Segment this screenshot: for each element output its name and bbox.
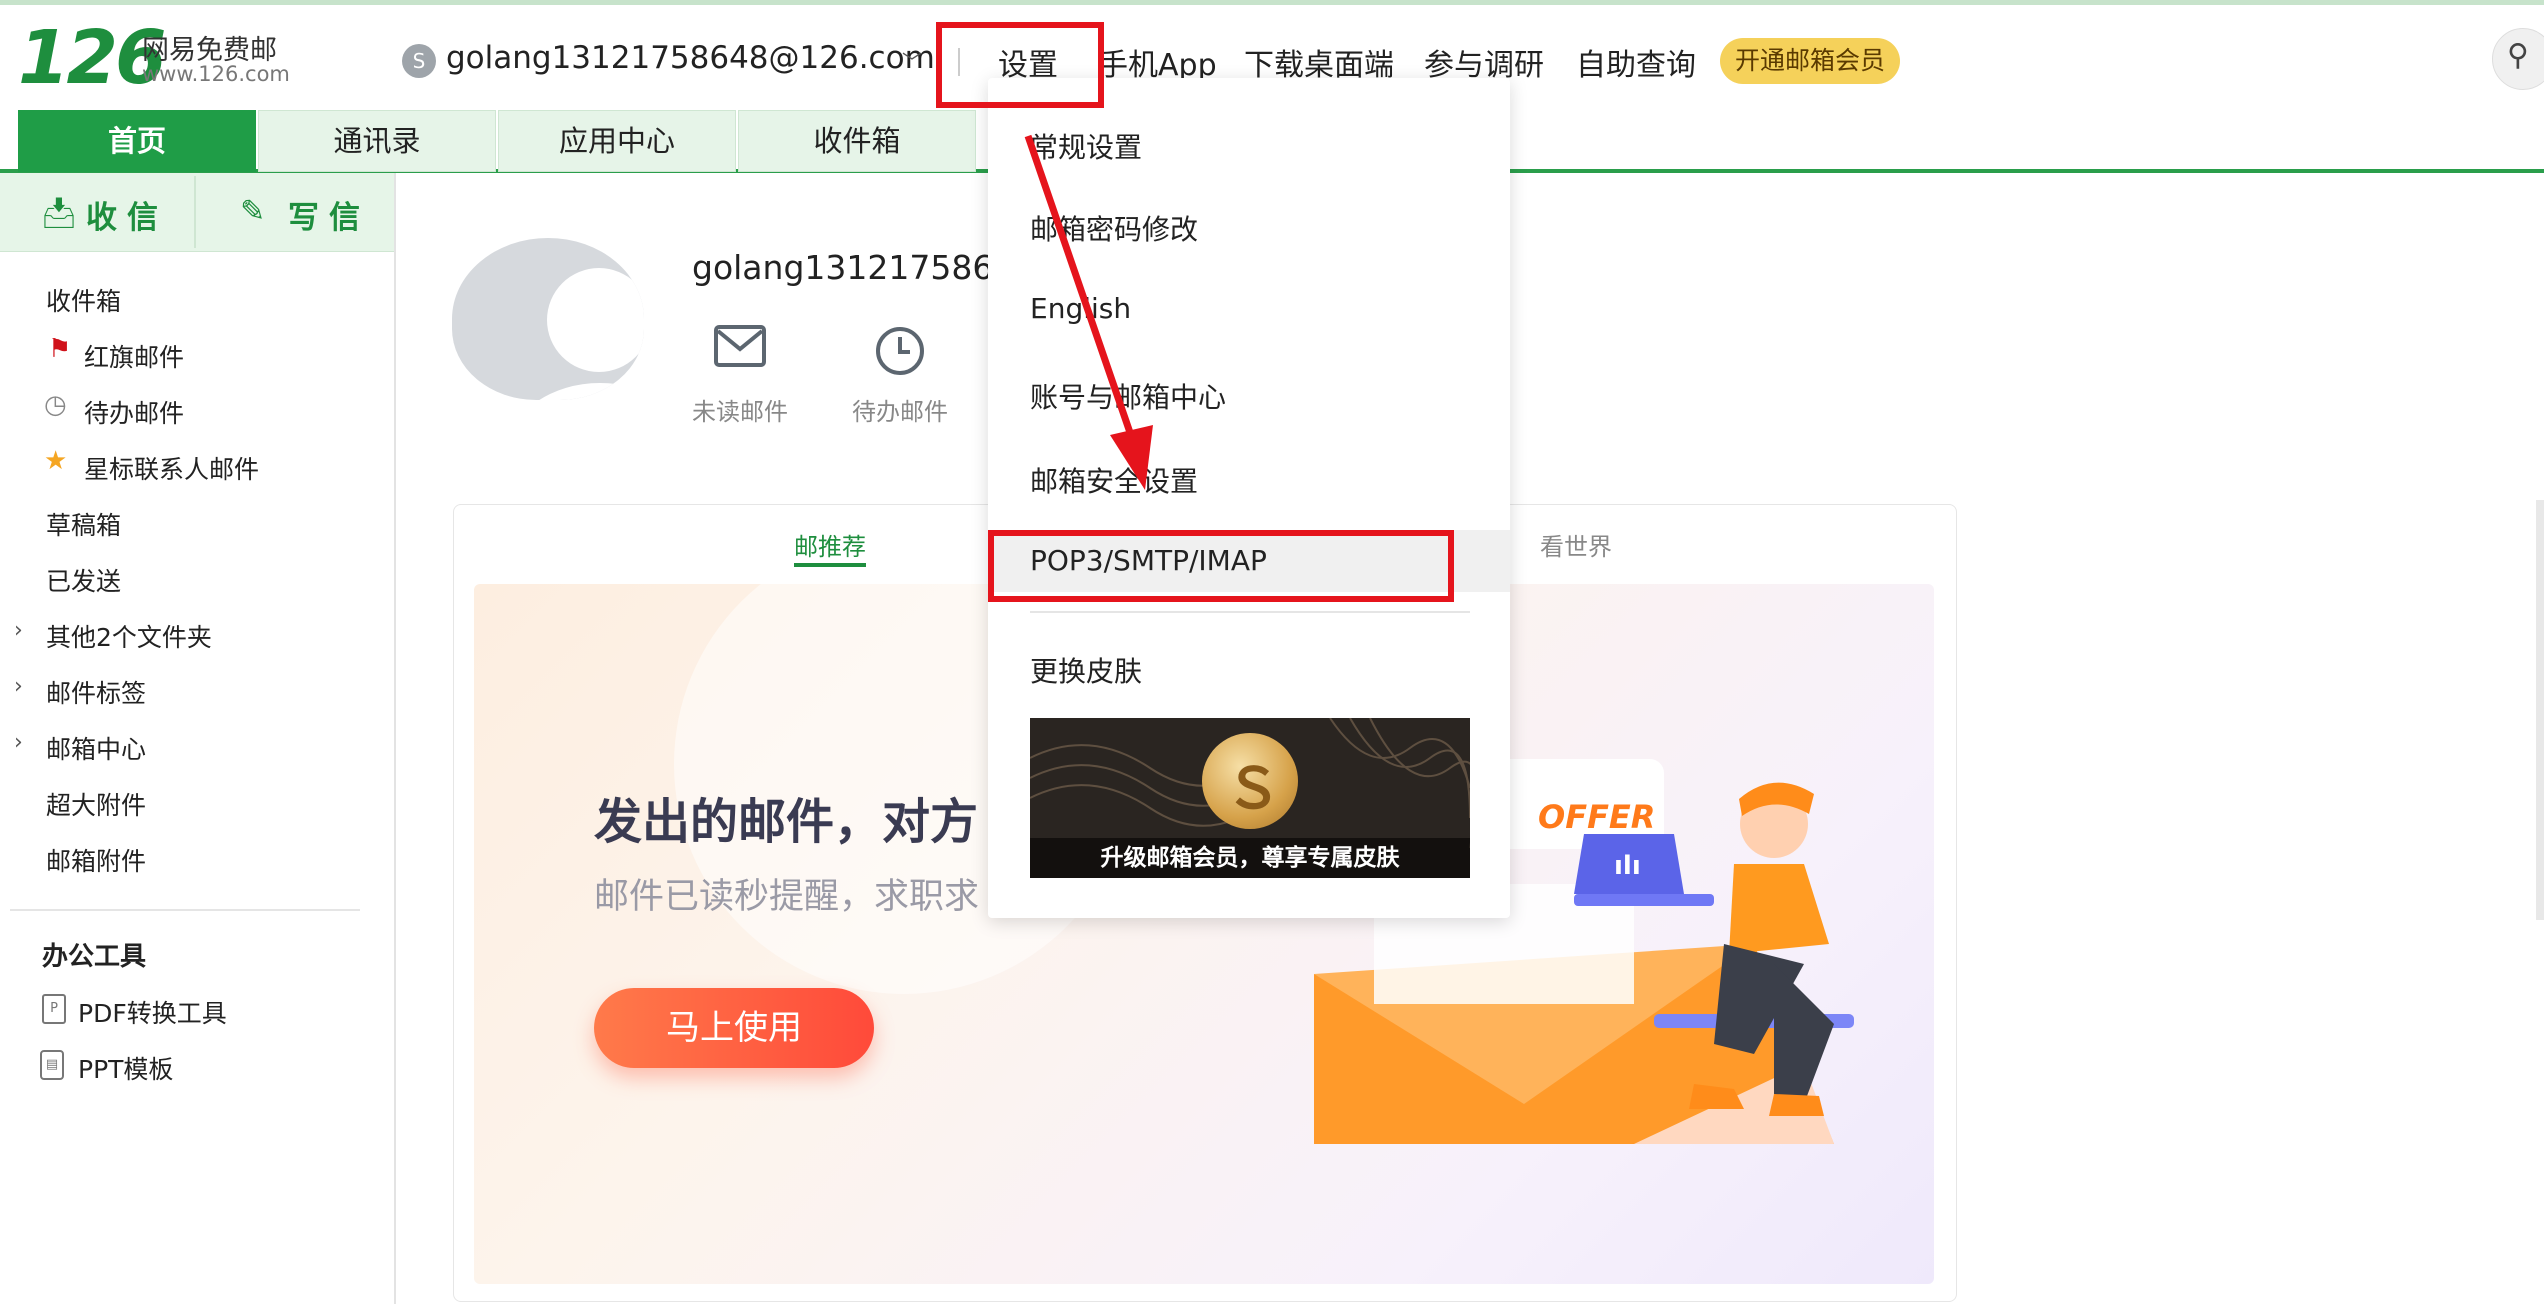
clock-icon[interactable] (874, 325, 926, 377)
sidebar-item-starred[interactable]: 星标联系人邮件 (84, 450, 259, 486)
banner-subtitle: 邮件已读秒提醒，求职求 (594, 877, 980, 917)
chevron-right-icon[interactable]: › (14, 618, 23, 643)
tab-see-world[interactable]: 看世界 (1540, 527, 1612, 562)
office-tools-heading: 办公工具 (42, 942, 147, 972)
sidebar-item-tags[interactable]: 邮件标签 (46, 674, 146, 710)
action-divider (194, 176, 196, 248)
svg-text:ılı: ılı (1614, 851, 1641, 881)
tab-app-center[interactable]: 应用中心 (498, 110, 736, 172)
sidebar-item-other-folders[interactable]: 其他2个文件夹 (46, 618, 212, 654)
avatar[interactable] (452, 238, 644, 400)
sidebar-item-inbox[interactable]: 收件箱 (46, 282, 121, 318)
chevron-right-icon[interactable]: › (14, 674, 23, 699)
sidebar-item-large-attachments[interactable]: 超大附件 (46, 786, 146, 822)
highlight-box-pop3 (988, 530, 1454, 602)
tab-home[interactable]: 首页 (18, 110, 256, 172)
active-tab-underline (794, 563, 866, 567)
avatar-head-shape (547, 268, 644, 372)
unread-mail-label[interactable]: 未读邮件 (692, 392, 788, 427)
sidebar-item-flagged[interactable]: 红旗邮件 (84, 338, 184, 374)
menu-item-change-skin[interactable]: 更换皮肤 (1030, 650, 1142, 690)
sidebar-item-drafts[interactable]: 草稿箱 (46, 506, 121, 542)
todo-mail-label[interactable]: 待办邮件 (852, 392, 948, 427)
offer-text: OFFER (1538, 798, 1656, 836)
sidebar-divider (10, 909, 360, 911)
red-flag-icon: ⚑ (48, 334, 72, 364)
ppt-template-icon: ▤ (40, 1050, 64, 1080)
star-icon: ★ (44, 446, 68, 476)
envelope-icon[interactable] (714, 325, 766, 369)
header-top-border (0, 0, 2544, 5)
logo-url: www.126.com (142, 62, 290, 86)
sidebar-item-todo[interactable]: 待办邮件 (84, 394, 184, 430)
sidebar-item-ppt-tool[interactable]: PPT模板 (78, 1050, 173, 1086)
sidebar-item-pdf-tool[interactable]: PDF转换工具 (78, 994, 227, 1030)
account-email[interactable]: golang13121758648@126.com (446, 40, 935, 76)
chevron-down-icon[interactable]: ﹀ (902, 46, 922, 75)
clock-icon: ◷ (44, 390, 67, 420)
sidebar-item-mail-center[interactable]: 邮箱中心 (46, 730, 146, 766)
right-edge-panel (2536, 500, 2544, 920)
chevron-right-icon[interactable]: › (14, 730, 23, 755)
pdf-file-icon: P (42, 994, 66, 1024)
profile-username: golang1312175864 (692, 248, 1015, 287)
menu-divider (1030, 611, 1470, 613)
tab-mail-recommend[interactable]: 邮推荐 (794, 527, 866, 562)
compose-mail-button[interactable]: 写信 (288, 192, 370, 237)
avatar-body-shape (510, 383, 644, 400)
red-arrow-annotation (1024, 134, 1153, 490)
inbox-download-icon: 📥︎ (40, 196, 79, 231)
sidebar-item-attachments[interactable]: 邮箱附件 (46, 842, 146, 878)
sidebar-item-sent[interactable]: 已发送 (46, 562, 121, 598)
skin-promo-caption: 升级邮箱会员，尊享专属皮肤 (1030, 838, 1470, 878)
search-icon: ⚲ (2507, 38, 2529, 73)
use-now-button[interactable]: 马上使用 (594, 988, 874, 1068)
vip-membership-button[interactable]: 开通邮箱会员 (1720, 38, 1900, 84)
self-service-link[interactable]: 自助查询 (1576, 40, 1696, 84)
highlight-box-settings (936, 22, 1104, 108)
tab-contacts[interactable]: 通讯录 (258, 110, 496, 172)
pen-icon: ✎ (240, 194, 266, 229)
banner-title: 发出的邮件，对方 (594, 794, 979, 850)
receive-mail-button[interactable]: 收信 (86, 192, 168, 237)
dollar-s-icon: Ｓ (1225, 757, 1281, 822)
account-avatar-icon[interactable]: S (402, 44, 436, 78)
tab-inbox[interactable]: 收件箱 (738, 110, 976, 172)
